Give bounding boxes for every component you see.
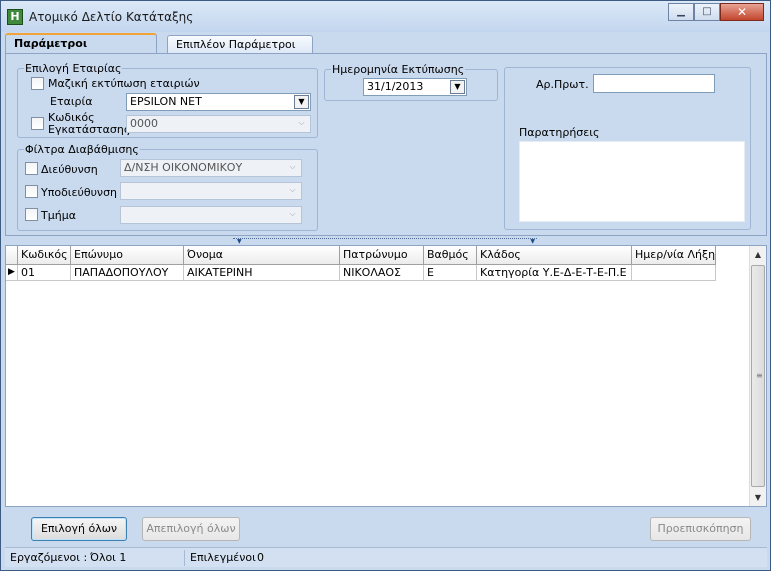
install-code-select[interactable]: 0000 ⌵ [126,115,311,133]
cell-name[interactable]: ΑΙΚΑΤΕΡΙΝΗ [184,265,340,281]
grip-icon: ≡ [756,371,763,380]
mass-print-label: Μαζική εκτύπωση εταιριών [48,77,200,90]
chevron-down-icon[interactable]: ▼ [294,95,309,109]
scroll-down-icon[interactable]: ▼ [750,489,766,506]
employees-status-label: Εργαζόμενοι : [10,551,88,564]
column-header-grade[interactable]: Βαθμός [424,246,477,265]
tab-strip: Παράμετροι Εκτύπωσης Επιπλέον Παράμετροι [5,33,767,67]
employees-grid[interactable]: Κωδικός Επώνυμο Όνομα Πατρώνυμο Βαθμός Κ… [5,245,767,507]
notes-textarea[interactable] [519,141,745,222]
maximize-icon: □ [702,6,712,17]
department-label: Τμήμα [41,209,76,222]
directorate-select-value: Δ/ΝΣΗ ΟΙΚΟΝΟΜΙΚΟΥ [124,161,243,174]
deselect-all-button[interactable]: Απεπιλογή όλων [142,517,240,541]
cell-code[interactable]: 01 [18,265,71,281]
close-icon: ✕ [736,5,748,19]
preview-button[interactable]: Προεπισκόπηση [650,517,751,541]
minimize-icon: ▁ [677,6,685,17]
status-bar: Εργαζόμενοι : Όλοι 1 Επιλεγμένοι 0 [5,547,767,567]
grid-vertical-scrollbar[interactable]: ▲ ≡ ▼ [749,246,766,506]
chevron-down-icon[interactable]: ⌵ [285,208,300,222]
column-header-end-date[interactable]: Ημερ/νία Λήξης [632,246,716,265]
company-select-value: EPSILON NET [130,95,202,108]
maximize-button[interactable]: □ [694,3,720,21]
subdirectorate-checkbox[interactable] [25,185,38,198]
minimize-button[interactable]: ▁ [668,3,694,21]
cell-grade[interactable]: Ε [424,265,477,281]
company-label: Εταιρία [50,95,93,108]
protocol-input[interactable] [593,74,715,93]
collapse-arrow-icon-right[interactable]: ▼ [530,238,535,245]
scrollbar-thumb[interactable]: ≡ [751,265,765,487]
select-all-button[interactable]: Επιλογή όλων [31,517,127,541]
row-selector-header [6,246,18,265]
current-row-indicator-icon[interactable]: ▶ [6,265,18,281]
selected-status-label: Επιλεγμένοι [190,551,256,564]
title-bar[interactable]: H Ατομικό Δελτίο Κατάταξης ▁ □ ✕ [1,1,770,32]
column-header-code[interactable]: Κωδικός [18,246,71,265]
cell-surname[interactable]: ΠΑΠΑΔΟΠΟΥΛΟΥ [71,265,184,281]
panel-splitter[interactable]: ▼ ▼ [233,238,537,245]
mass-print-checkbox[interactable] [31,77,44,90]
directorate-select[interactable]: Δ/ΝΣΗ ΟΙΚΟΝΟΜΙΚΟΥ ⌵ [120,159,302,177]
scroll-up-icon[interactable]: ▲ [750,246,766,263]
table-row[interactable]: ▶ 01 ΠΑΠΑΔΟΠΟΥΛΟΥ ΑΙΚΑΤΕΡΙΝΗ ΝΙΚΟΛΑΟΣ Ε … [6,265,716,281]
selected-status-value: 0 [257,551,264,564]
company-select[interactable]: EPSILON NET ▼ [126,93,311,111]
directorate-label: Διεύθυνση [41,163,98,176]
cell-patronymic[interactable]: ΝΙΚΟΛΑΟΣ [340,265,424,281]
department-checkbox[interactable] [25,208,38,221]
chevron-down-icon[interactable]: ⌵ [294,117,309,131]
column-header-patronymic[interactable]: Πατρώνυμο [340,246,424,265]
grid-header: Κωδικός Επώνυμο Όνομα Πατρώνυμο Βαθμός Κ… [6,246,716,265]
protocol-label: Αρ.Πρωτ. [536,78,589,91]
tab-extra-parameters[interactable]: Επιπλέον Παράμετροι [167,35,313,54]
collapse-arrow-icon[interactable]: ▼ [237,238,242,245]
install-code-label-line2: Εγκατάστασης [48,123,131,136]
chevron-down-icon[interactable]: ⌵ [285,161,300,175]
app-window: H Ατομικό Δελτίο Κατάταξης ▁ □ ✕ Παράμετ… [0,0,771,571]
subdirectorate-label: Υποδιεύθυνση [41,186,118,199]
print-date-picker[interactable]: 31/1/2013 ▼ [363,78,467,96]
filters-group-title: Φίλτρα Διαβάθμισης [24,143,140,156]
chevron-down-icon[interactable]: ⌵ [285,184,300,198]
subdirectorate-select[interactable]: ⌵ [120,182,302,200]
column-header-name[interactable]: Όνομα [184,246,340,265]
window-title: Ατομικό Δελτίο Κατάταξης [29,10,194,24]
print-date-group-title: Ημερομηνία Εκτύπωσης [331,63,466,76]
close-button[interactable]: ✕ [720,3,764,21]
tab-print-parameters[interactable]: Παράμετροι Εκτύπωσης [5,33,157,67]
print-date-value: 31/1/2013 [367,80,424,93]
calendar-dropdown-icon[interactable]: ▼ [450,80,465,94]
column-header-branch[interactable]: Κλάδος [477,246,632,265]
app-logo-icon: H [7,9,23,25]
column-header-surname[interactable]: Επώνυμο [71,246,184,265]
employees-status-value: Όλοι 1 [90,551,127,564]
cell-end-date[interactable] [632,265,716,281]
directorate-checkbox[interactable] [25,162,38,175]
print-parameters-panel: Επιλογή Εταιρίας Μαζική εκτύπωση εταιριώ… [5,53,767,236]
company-group-title: Επιλογή Εταιρίας [24,62,123,75]
install-code-checkbox[interactable] [31,117,44,130]
install-code-select-value: 0000 [130,117,158,130]
window-controls: ▁ □ ✕ [668,3,764,21]
department-select[interactable]: ⌵ [120,206,302,224]
status-separator [184,550,185,566]
cell-branch[interactable]: Κατηγορία Υ.Ε-Δ-Ε-Τ-Ε-Π.Ε Ενισ [477,265,632,281]
action-bar: Επιλογή όλων Απεπιλογή όλων Προεπισκόπησ… [5,508,767,547]
notes-label: Παρατηρήσεις [519,126,600,139]
